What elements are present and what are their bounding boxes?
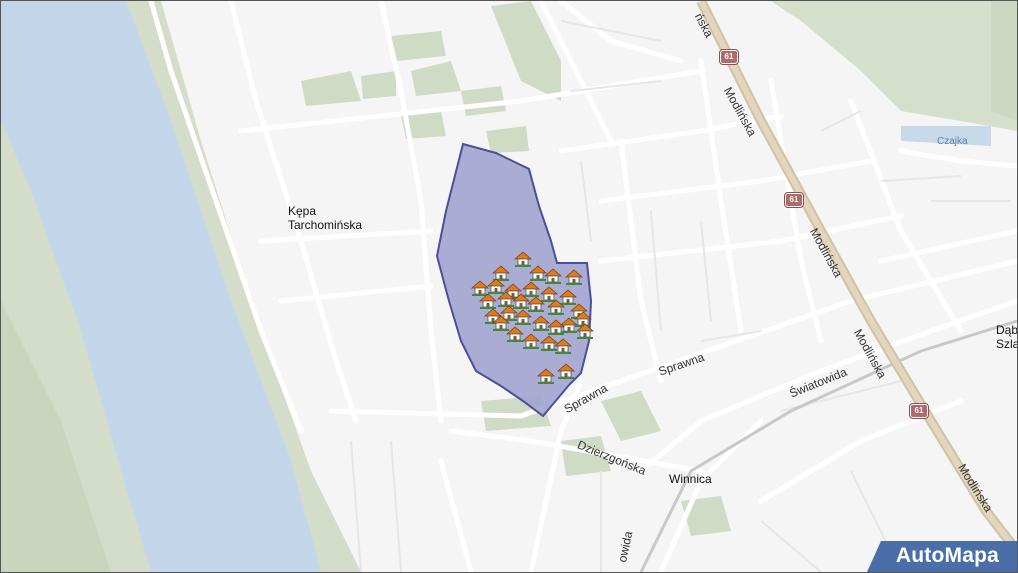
map-canvas[interactable]: Kępa Tarchomińska Winnica Dąb Szla ńska … [0, 0, 1018, 573]
road-shield-61: 61 [910, 404, 928, 418]
place-label-winnica: Winnica [669, 472, 712, 486]
house-icon[interactable] [554, 338, 572, 354]
house-icon[interactable] [522, 333, 540, 349]
house-icon[interactable] [576, 323, 594, 339]
place-kepa-line2: Tarchomińska [288, 218, 363, 232]
house-icon[interactable] [544, 268, 562, 284]
house-icon[interactable] [537, 368, 555, 384]
road-shield-61: 61 [785, 193, 803, 207]
place-dab-line2: Szla [996, 337, 1018, 351]
house-icon[interactable] [557, 363, 575, 379]
house-icon[interactable] [514, 309, 532, 325]
road-shield-61: 61 [720, 50, 738, 64]
house-icon[interactable] [565, 269, 583, 285]
brand-label: AutoMapa [895, 544, 999, 567]
house-icon[interactable] [479, 293, 497, 309]
place-label-kepa-tarchominska: Kępa Tarchomińska [288, 204, 362, 232]
place-dab-line1: Dąb [996, 323, 1018, 337]
house-icon[interactable] [547, 299, 565, 315]
place-kepa-line1: Kępa [288, 204, 317, 218]
automapa-logo[interactable]: AutoMapa [867, 542, 1017, 572]
place-label-dab-szlachecki: Dąb Szla [996, 323, 1018, 351]
house-icon[interactable] [492, 315, 510, 331]
water-label-czajka: Czajka [937, 136, 968, 147]
